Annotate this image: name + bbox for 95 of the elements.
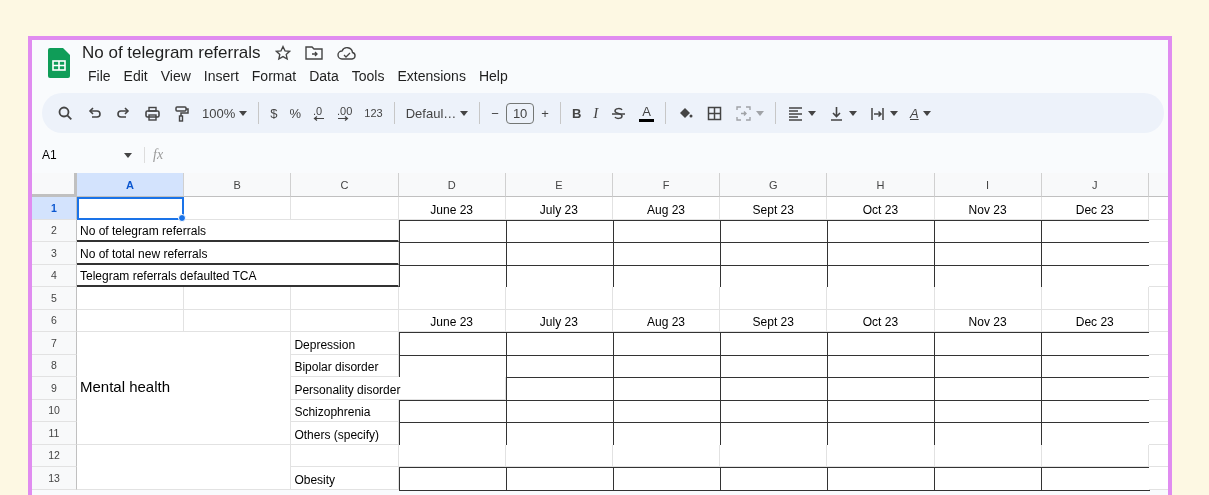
spreadsheet-logo-icon[interactable] xyxy=(48,48,70,78)
column-header[interactable]: I xyxy=(934,173,1042,197)
table-cell: Telegram referrals defaulted TCA xyxy=(77,264,399,287)
table-cell xyxy=(1148,242,1168,265)
table-cell: Oct 23 xyxy=(827,197,935,220)
toolbar-button[interactable]: $ xyxy=(265,101,283,125)
dropdown[interactable]: 100% xyxy=(197,101,253,125)
caret-icon xyxy=(890,110,898,116)
row-header[interactable]: 3 xyxy=(32,242,77,265)
table-cell: No of total new referrals xyxy=(77,242,399,265)
caret-icon xyxy=(849,110,857,116)
caret-icon xyxy=(808,110,816,116)
menu-item[interactable]: View xyxy=(154,66,197,86)
toolbar-button[interactable]: + xyxy=(536,101,554,125)
row-header[interactable]: 7 xyxy=(32,332,77,355)
folder-icon[interactable] xyxy=(304,46,323,60)
column-header[interactable]: A xyxy=(77,173,185,197)
toolbar-button[interactable]: − xyxy=(486,101,504,125)
dropdown[interactable]: Defaul… xyxy=(400,101,474,125)
table-cell: Personality disorder xyxy=(291,377,506,400)
column-header[interactable]: D xyxy=(398,173,506,197)
row-header[interactable]: 13 xyxy=(32,467,77,490)
row-header[interactable]: 1 xyxy=(32,197,77,220)
input-row[interactable] xyxy=(398,219,1150,243)
table-cell: June 23 xyxy=(398,197,506,220)
toolbar-button[interactable]: 123 xyxy=(359,103,388,123)
row-header[interactable]: 4 xyxy=(32,264,77,287)
column-header[interactable]: H xyxy=(827,173,935,197)
font-size-field[interactable]: 10 xyxy=(505,102,535,124)
column-header[interactable]: C xyxy=(291,173,399,197)
row-header[interactable]: 11 xyxy=(32,422,77,445)
row-header[interactable]: 10 xyxy=(32,399,77,422)
column-header[interactable]: B xyxy=(184,173,292,197)
row-header[interactable]: 8 xyxy=(32,354,77,377)
column-header[interactable]: J xyxy=(1041,173,1149,197)
row-header[interactable]: 12 xyxy=(32,444,77,467)
formula-label: fx xyxy=(144,147,164,163)
row-header[interactable]: 9 xyxy=(32,377,77,400)
text-color-button[interactable]: A xyxy=(634,100,659,126)
table-cell xyxy=(1148,422,1168,445)
column-header[interactable]: G xyxy=(720,173,828,197)
menu-item[interactable]: Format xyxy=(245,66,303,86)
caret-icon xyxy=(124,152,132,158)
caret-icon xyxy=(460,110,469,116)
bold-button[interactable]: B xyxy=(566,101,587,125)
left-arrow-icon xyxy=(313,115,326,121)
table-cell xyxy=(1148,467,1168,490)
merge-cells-icon xyxy=(735,104,752,122)
menu-item[interactable]: File xyxy=(82,66,117,86)
cloud-icon[interactable] xyxy=(336,46,357,60)
document-title[interactable]: No of telegram referrals xyxy=(82,43,261,63)
menu-item[interactable]: Insert xyxy=(197,66,245,86)
table-cell xyxy=(1148,332,1168,355)
table-cell: Nov 23 xyxy=(934,197,1042,220)
row-header[interactable]: 6 xyxy=(32,309,77,332)
menu-item[interactable]: Edit xyxy=(117,66,154,86)
toolbar-button[interactable]: % xyxy=(284,101,307,125)
menu-item[interactable]: Help xyxy=(472,66,514,86)
row-header[interactable]: 5 xyxy=(32,287,77,310)
align-left-icon xyxy=(787,104,804,122)
table-cell: Bipolar disorder xyxy=(291,354,399,377)
caret-icon xyxy=(756,110,764,116)
menu-item[interactable]: Extensions xyxy=(391,66,472,86)
table-cell: July 23 xyxy=(505,197,613,220)
caret-icon xyxy=(239,110,248,116)
table-cell: No of telegram referrals xyxy=(77,219,399,242)
menu-item[interactable]: Tools xyxy=(345,66,391,86)
italic-button[interactable]: I xyxy=(588,100,604,126)
table-cell: Others (specify) xyxy=(291,422,399,445)
table-cell: Mental health xyxy=(77,332,292,445)
text-rotation-menu[interactable]: A xyxy=(905,101,936,125)
table-cell: Depression xyxy=(291,332,399,355)
star-icon[interactable] xyxy=(274,45,291,61)
align-bottom-icon xyxy=(828,104,845,122)
table-cell: Oct 23 xyxy=(827,309,935,332)
decrease-decimal-button[interactable]: .0 xyxy=(308,101,331,125)
table-cell xyxy=(1148,287,1168,310)
column-header[interactable]: F xyxy=(612,173,721,197)
input-row[interactable] xyxy=(398,332,1150,356)
input-row[interactable] xyxy=(398,467,1150,491)
table-cell: Sept 23 xyxy=(720,309,828,332)
column-header[interactable]: E xyxy=(505,173,613,197)
table-cell: Schizophrenia xyxy=(291,399,399,422)
row-header[interactable]: 2 xyxy=(32,219,77,242)
table-cell: Sept 23 xyxy=(720,197,828,220)
right-arrow-icon xyxy=(337,115,350,121)
name-box[interactable]: A1 xyxy=(42,148,138,162)
table-cell: Aug 23 xyxy=(612,197,721,220)
table-cell: Obesity xyxy=(291,467,399,490)
table-cell: Dec 23 xyxy=(1041,197,1149,220)
table-cell xyxy=(1148,377,1168,400)
selected-cell[interactable] xyxy=(77,197,185,220)
caret-icon xyxy=(922,110,931,116)
menu-item[interactable]: Data xyxy=(303,66,345,86)
increase-decimal-button[interactable]: .00 xyxy=(332,101,358,125)
